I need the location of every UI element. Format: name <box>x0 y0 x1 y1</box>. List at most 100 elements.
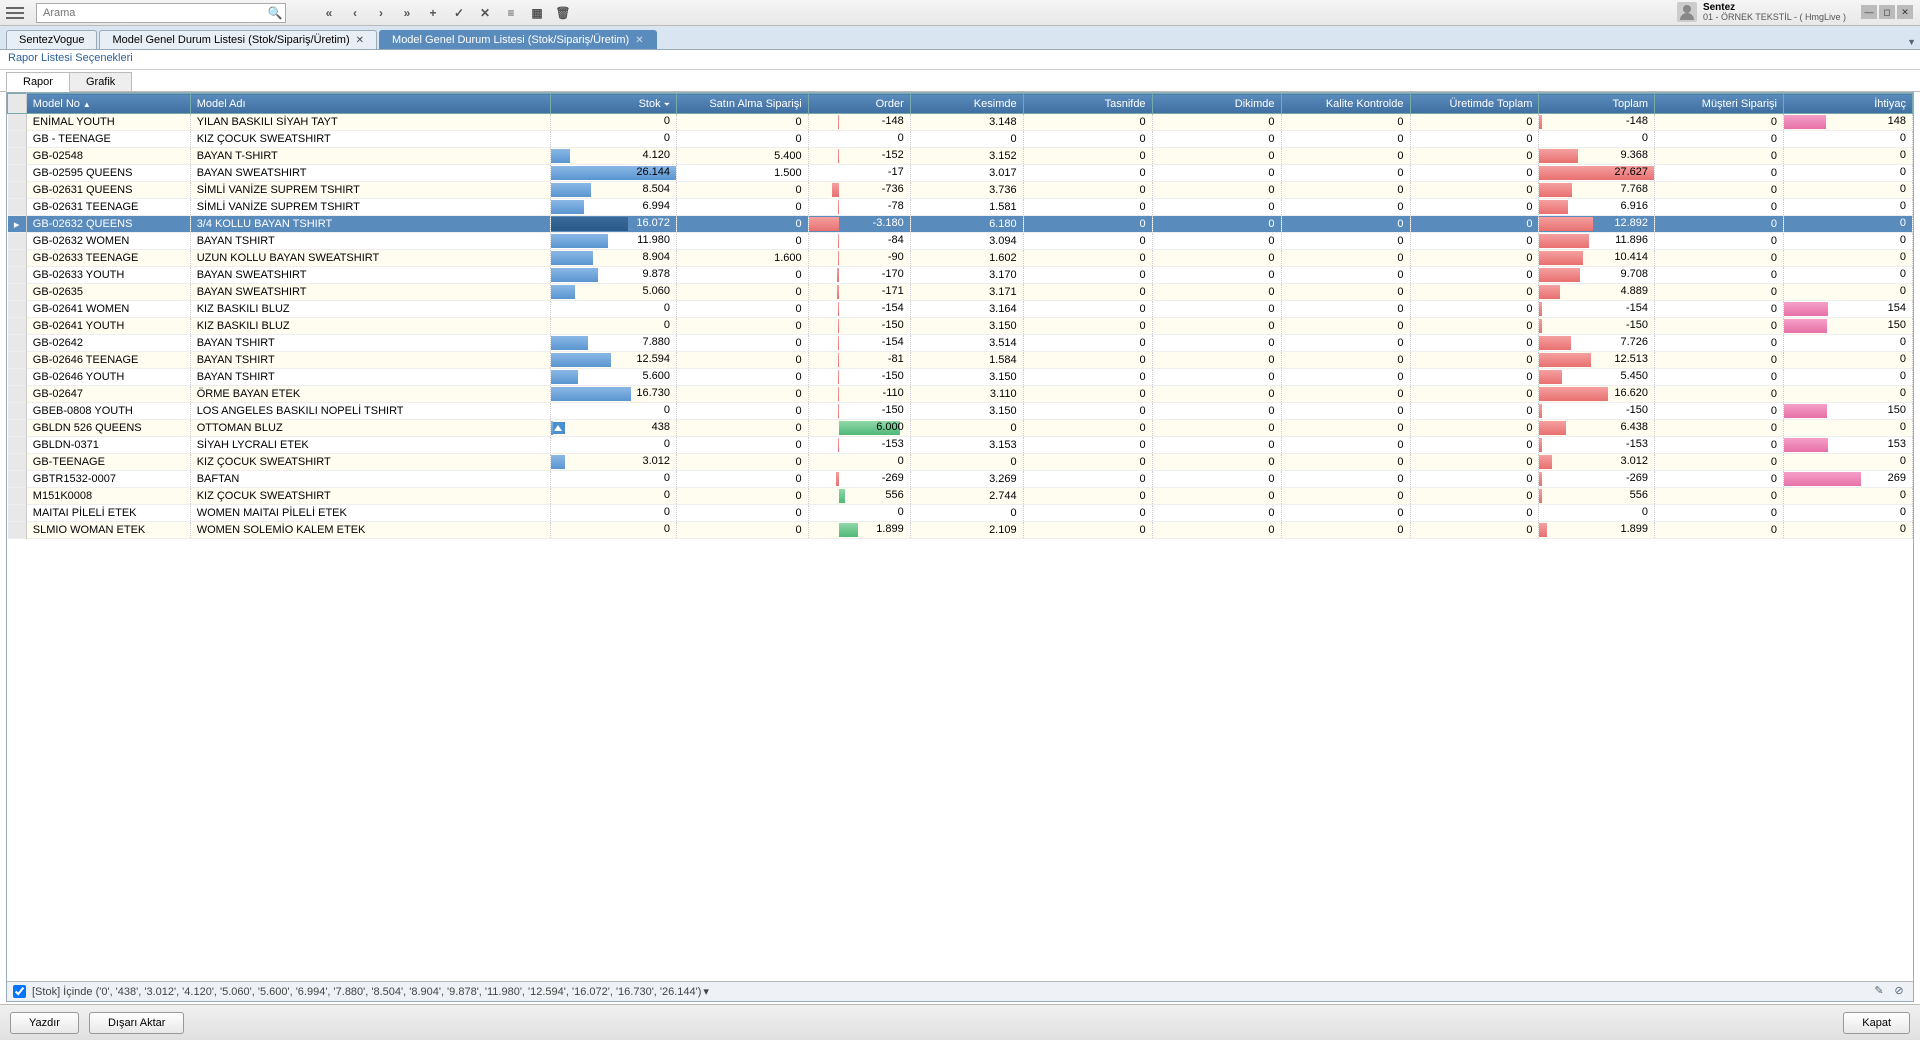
column-header[interactable]: Satın Alma Siparişi <box>677 94 809 114</box>
cell-satinalma: 0 <box>677 386 809 403</box>
table-row[interactable]: M151K0008KIZ ÇOCUK SWEATSHIRT005562.7440… <box>8 488 1913 505</box>
table-row[interactable]: GB-02633 TEENAGEUZUN KOLLU BAYAN SWEATSH… <box>8 250 1913 267</box>
cell-uretimde: 0 <box>1410 454 1539 471</box>
cell-toplam: -153 <box>1539 437 1655 454</box>
cell-stok: 12.594 <box>550 352 676 369</box>
tab-overflow-icon[interactable]: ▼ <box>1907 37 1916 47</box>
table-row[interactable]: GB-02548BAYAN T-SHIRT4.1205.400-1523.152… <box>8 148 1913 165</box>
close-button[interactable]: Kapat <box>1843 1012 1910 1034</box>
sub-tab[interactable]: Grafik <box>69 72 132 91</box>
print-button[interactable]: Yazdır <box>10 1012 79 1034</box>
table-row[interactable]: GB-02647ÖRME BAYAN ETEK16.7300-1103.1100… <box>8 386 1913 403</box>
column-header[interactable]: Stok⏷ <box>550 94 676 114</box>
column-header[interactable]: Dikimde <box>1152 94 1281 114</box>
table-row[interactable]: GBLDN 526 QUEENSOTTOMAN BLUZ43806.000000… <box>8 420 1913 437</box>
options-bar[interactable]: Rapor Listesi Seçenekleri <box>0 50 1920 70</box>
column-header[interactable]: Kalite Kontrolde <box>1281 94 1410 114</box>
column-header[interactable]: Müşteri Siparişi <box>1655 94 1784 114</box>
clear-filter-icon[interactable]: ⊘ <box>1891 984 1907 1000</box>
delete-icon[interactable]: 🗑 <box>550 2 576 24</box>
sub-tab[interactable]: Rapor <box>6 72 70 92</box>
cell-kalite: 0 <box>1281 250 1410 267</box>
cell-order: -152 <box>808 148 910 165</box>
sub-tabs: RaporGrafik <box>0 70 1920 92</box>
table-row[interactable]: SLMIO WOMAN ETEKWOMEN SOLEMİO KALEM ETEK… <box>8 522 1913 539</box>
document-tab[interactable]: Model Genel Durum Listesi (Stok/Sipariş/… <box>99 30 377 49</box>
cell-model-adi: SİYAH LYCRALI ETEK <box>190 437 550 454</box>
row-indicator-header <box>8 94 27 114</box>
table-row[interactable]: GB-TEENAGEKIZ ÇOCUK SWEATSHIRT3.01200000… <box>8 454 1913 471</box>
table-row[interactable]: GB-02595 QUEENSBAYAN SWEATSHIRT26.1441.5… <box>8 165 1913 182</box>
column-header[interactable]: İhtiyaç <box>1783 94 1912 114</box>
table-row[interactable]: GB-02642BAYAN TSHIRT7.8800-1543.51400007… <box>8 335 1913 352</box>
table-row[interactable]: MAITAI PİLELİ ETEKWOMEN MAITAI PİLELİ ET… <box>8 505 1913 522</box>
column-header[interactable]: Üretimde Toplam <box>1410 94 1539 114</box>
export-button[interactable]: Dışarı Aktar <box>89 1012 184 1034</box>
table-row[interactable]: GB-02641 WOMENKIZ BASKILI BLUZ00-1543.16… <box>8 301 1913 318</box>
column-header[interactable]: Order <box>808 94 910 114</box>
cell-stok: 0 <box>550 318 676 335</box>
cell-satinalma: 0 <box>677 318 809 335</box>
table-row[interactable]: GBEB-0808 YOUTHLOS ANGELES BASKILI NOPEL… <box>8 403 1913 420</box>
cell-toplam: 10.414 <box>1539 250 1655 267</box>
cell-dikimde: 0 <box>1152 471 1281 488</box>
close-window-icon[interactable]: ✕ <box>1897 5 1913 19</box>
cell-model-adi: KIZ ÇOCUK SWEATSHIRT <box>190 488 550 505</box>
add-icon[interactable]: + <box>420 2 446 24</box>
cell-kesimde: 1.581 <box>910 199 1023 216</box>
nav-prev-icon[interactable]: ‹ <box>342 2 368 24</box>
table-row[interactable]: GB-02631 TEENAGESİMLİ VANİZE SUPREM TSHI… <box>8 199 1913 216</box>
table-row[interactable]: GB-02633 YOUTHBAYAN SWEATSHIRT9.8780-170… <box>8 267 1913 284</box>
nav-first-icon[interactable]: « <box>316 2 342 24</box>
table-row[interactable]: ▸GB-02632 QUEENS3/4 KOLLU BAYAN TSHIRT16… <box>8 216 1913 233</box>
column-header[interactable]: Model Adı <box>190 94 550 114</box>
table-row[interactable]: GB-02646 TEENAGEBAYAN TSHIRT12.5940-811.… <box>8 352 1913 369</box>
table-row[interactable]: GB - TEENAGEKIZ ÇOCUK SWEATSHIRT00000000… <box>8 131 1913 148</box>
cell-tasnifde: 0 <box>1023 471 1152 488</box>
column-header[interactable]: Tasnifde <box>1023 94 1152 114</box>
table-row[interactable]: GB-02641 YOUTHKIZ BASKILI BLUZ00-1503.15… <box>8 318 1913 335</box>
grid-icon[interactable]: ▦ <box>524 2 550 24</box>
cell-kalite: 0 <box>1281 386 1410 403</box>
cancel-icon[interactable]: ✕ <box>472 2 498 24</box>
document-tab[interactable]: SentezVogue <box>6 30 97 49</box>
cell-order: -154 <box>808 301 910 318</box>
maximize-icon[interactable]: ◻ <box>1879 5 1895 19</box>
column-header[interactable]: Toplam <box>1539 94 1655 114</box>
table-row[interactable]: GB-02646 YOUTHBAYAN TSHIRT5.6000-1503.15… <box>8 369 1913 386</box>
cell-ihtiyac: 0 <box>1783 216 1912 233</box>
document-tab[interactable]: Model Genel Durum Listesi (Stok/Sipariş/… <box>379 30 657 49</box>
cell-ihtiyac: 0 <box>1783 335 1912 352</box>
table-row[interactable]: GB-02635BAYAN SWEATSHIRT5.0600-1713.1710… <box>8 284 1913 301</box>
cell-model-adi: BAFTAN <box>190 471 550 488</box>
check-icon[interactable]: ✓ <box>446 2 472 24</box>
table-row[interactable]: GB-02632 WOMENBAYAN TSHIRT11.9800-843.09… <box>8 233 1913 250</box>
column-header[interactable]: Model No▲ <box>26 94 190 114</box>
tab-close-icon[interactable]: ✕ <box>635 35 643 46</box>
nav-next-icon[interactable]: › <box>368 2 394 24</box>
cell-dikimde: 0 <box>1152 131 1281 148</box>
table-row[interactable]: ENİMAL YOUTHYILAN BASKILI SİYAH TAYT00-1… <box>8 114 1913 131</box>
edit-filter-icon[interactable]: ✎ <box>1871 984 1887 1000</box>
menu-icon[interactable] <box>0 0 30 26</box>
cell-dikimde: 0 <box>1152 148 1281 165</box>
tab-close-icon[interactable]: ✕ <box>356 35 364 46</box>
search-icon[interactable]: 🔍 <box>265 6 285 20</box>
table-row[interactable]: GB-02631 QUEENSSİMLİ VANİZE SUPREM TSHIR… <box>8 182 1913 199</box>
list-icon[interactable]: ≡ <box>498 2 524 24</box>
nav-last-icon[interactable]: » <box>394 2 420 24</box>
table-row[interactable]: GBTR1532-0007BAFTAN00-2693.2690000-26902… <box>8 471 1913 488</box>
filter-checkbox[interactable] <box>13 985 26 998</box>
cell-dikimde: 0 <box>1152 386 1281 403</box>
cell-tasnifde: 0 <box>1023 420 1152 437</box>
cell-uretimde: 0 <box>1410 505 1539 522</box>
minimize-icon[interactable]: — <box>1861 5 1877 19</box>
column-header[interactable]: Kesimde <box>910 94 1023 114</box>
filter-dropdown-icon[interactable]: ▾ <box>703 985 709 998</box>
cell-kesimde: 6.180 <box>910 216 1023 233</box>
user-box[interactable]: Sentez 01 - ÖRNEK TEKSTİL - ( HmgLive ) … <box>1671 2 1920 23</box>
table-row[interactable]: GBLDN-0371SİYAH LYCRALI ETEK00-1533.1530… <box>8 437 1913 454</box>
grid-container: Model No▲Model AdıStok⏷Satın Alma Sipari… <box>6 92 1914 1002</box>
cell-tasnifde: 0 <box>1023 114 1152 131</box>
search-input[interactable] <box>37 4 265 22</box>
